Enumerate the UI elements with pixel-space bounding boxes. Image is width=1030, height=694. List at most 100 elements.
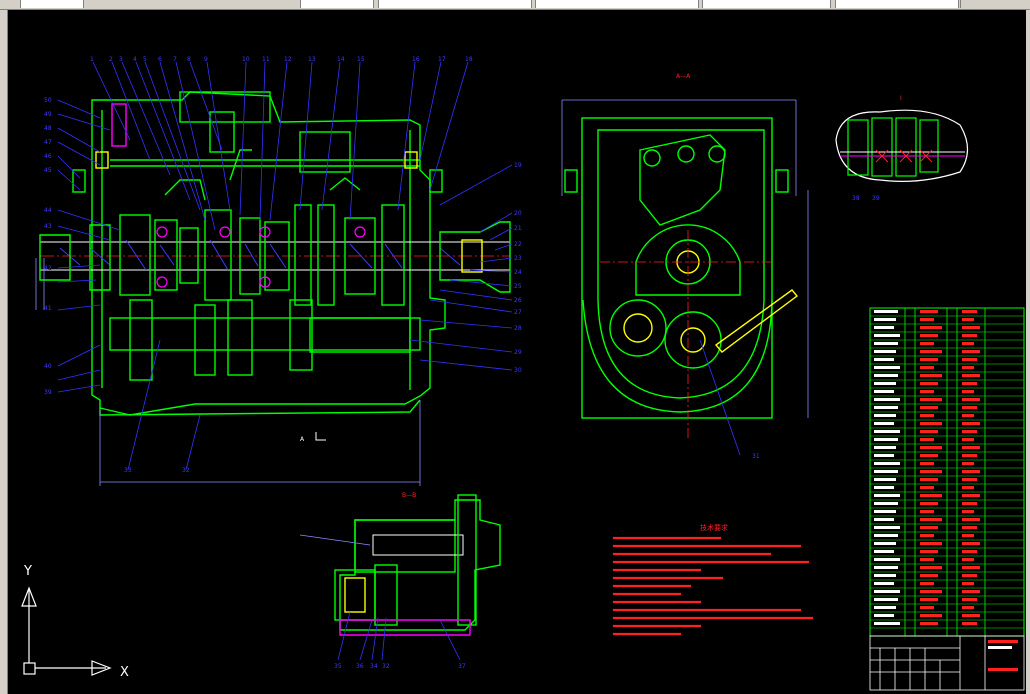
- parts-list-mark: [962, 414, 974, 417]
- parts-list-mark: [874, 582, 894, 585]
- svg-text:25: 25: [514, 283, 522, 290]
- parts-list-mark: [874, 590, 900, 593]
- mark-a: A: [300, 436, 305, 443]
- parts-list-mark: [962, 598, 977, 601]
- parts-list-mark: [962, 398, 980, 401]
- toolbar-field-4[interactable]: [535, 0, 699, 8]
- parts-list-mark: [874, 526, 900, 529]
- parts-list-mark: [920, 534, 934, 537]
- parts-list-mark: [962, 502, 977, 505]
- parts-list-mark: [962, 486, 974, 489]
- technical-requirements: 技术要求: [612, 523, 814, 636]
- balloon-12: 12: [284, 56, 292, 63]
- parts-list-mark: [962, 334, 977, 337]
- svg-text:27: 27: [514, 309, 522, 316]
- toolbar-field-5[interactable]: [702, 0, 831, 8]
- section-aa-dims: [561, 99, 809, 456]
- parts-list-mark: [874, 350, 896, 353]
- parts-list-mark: [962, 606, 974, 609]
- parts-list-mark: [874, 342, 898, 345]
- parts-list-mark: [874, 430, 900, 433]
- parts-list-mark: [920, 334, 938, 337]
- parts-list-mark: [874, 398, 900, 401]
- parts-list-mark: [962, 526, 977, 529]
- section-aa-labels: A—A: [676, 73, 691, 80]
- parts-list-mark: [962, 518, 980, 521]
- front-section-view: [39, 91, 511, 416]
- svg-text:44: 44: [44, 207, 52, 214]
- parts-list-mark: [920, 326, 942, 329]
- parts-list-mark: [962, 438, 974, 441]
- parts-list-mark: [962, 550, 977, 553]
- parts-list-mark: [920, 526, 938, 529]
- balloon-16: 16: [412, 56, 420, 63]
- parts-list-mark: [874, 598, 898, 601]
- parts-list: [869, 307, 1025, 637]
- balloon-3: 3: [119, 56, 123, 63]
- toolbar-field-2[interactable]: [300, 0, 374, 8]
- parts-list-mark: [874, 358, 894, 361]
- balloon-2: 2: [109, 56, 113, 63]
- parts-list-mark: [920, 438, 934, 441]
- ucs-x-label: X: [120, 665, 129, 680]
- parts-list-mark: [920, 558, 934, 561]
- balloons-right: 19 20 21 22 23 24 25 26 27 28 29 30: [514, 162, 522, 374]
- svg-text:20: 20: [514, 210, 522, 217]
- drawing-canvas[interactable]: 1 2 3 4 5 6 7 8 9 10 11 12 13 14 15 16 1…: [8, 10, 1026, 694]
- balloon-4: 4: [133, 56, 137, 63]
- parts-list-mark: [920, 446, 942, 449]
- parts-list-mark: [874, 422, 894, 425]
- parts-list-mark: [962, 510, 974, 513]
- ucs-icon: [21, 586, 112, 676]
- parts-list-mark: [874, 494, 900, 497]
- parts-list-mark: [920, 430, 938, 433]
- parts-list-mark: [920, 614, 942, 617]
- parts-list-mark: [962, 350, 980, 353]
- parts-list-mark: [920, 478, 938, 481]
- parts-list-mark: [874, 326, 894, 329]
- svg-text:24: 24: [514, 269, 522, 276]
- parts-list-mark: [920, 566, 942, 569]
- parts-list-mark: [962, 326, 980, 329]
- parts-list-mark: [874, 502, 898, 505]
- parts-list-mark: [962, 582, 974, 585]
- toolbar-field-3[interactable]: [378, 0, 532, 8]
- parts-list-mark: [874, 566, 898, 569]
- right-scroll-strip[interactable]: [1026, 10, 1030, 694]
- svg-text:37: 37: [458, 663, 466, 670]
- parts-list-mark: [962, 454, 977, 457]
- svg-text:29: 29: [514, 349, 522, 356]
- parts-list-mark: [874, 318, 896, 321]
- parts-list-mark: [874, 470, 898, 473]
- parts-list-mark: [962, 406, 977, 409]
- parts-list-mark: [920, 510, 934, 513]
- parts-list-mark: [920, 350, 942, 353]
- parts-list-mark: [920, 574, 938, 577]
- svg-text:35: 35: [334, 663, 342, 670]
- section-bb-title: B—B: [402, 492, 416, 499]
- parts-list-mark: [962, 470, 980, 473]
- parts-list-mark: [874, 310, 898, 313]
- toolbar-field-1[interactable]: [20, 0, 84, 8]
- svg-text:50: 50: [44, 97, 52, 104]
- parts-list-mark: [920, 390, 934, 393]
- toolbar-field-6[interactable]: [835, 0, 959, 8]
- svg-text:36: 36: [356, 663, 364, 670]
- parts-list-mark: [874, 334, 900, 337]
- parts-list-mark: [920, 470, 942, 473]
- svg-text:22: 22: [514, 241, 522, 248]
- ucs-y-label: Y: [23, 564, 32, 579]
- balloon-9: 9: [204, 56, 208, 63]
- parts-list-mark: [962, 382, 977, 385]
- left-toolbar-strip[interactable]: [0, 10, 8, 694]
- parts-list-mark: [962, 390, 974, 393]
- svg-text:26: 26: [514, 297, 522, 304]
- parts-list-mark: [874, 366, 900, 369]
- svg-text:46: 46: [44, 153, 52, 160]
- svg-text:34: 34: [370, 663, 378, 670]
- parts-list-mark: [920, 550, 938, 553]
- svg-text:47: 47: [44, 139, 52, 146]
- svg-text:48: 48: [44, 125, 52, 132]
- parts-list-mark: [962, 494, 980, 497]
- parts-list-mark: [874, 454, 894, 457]
